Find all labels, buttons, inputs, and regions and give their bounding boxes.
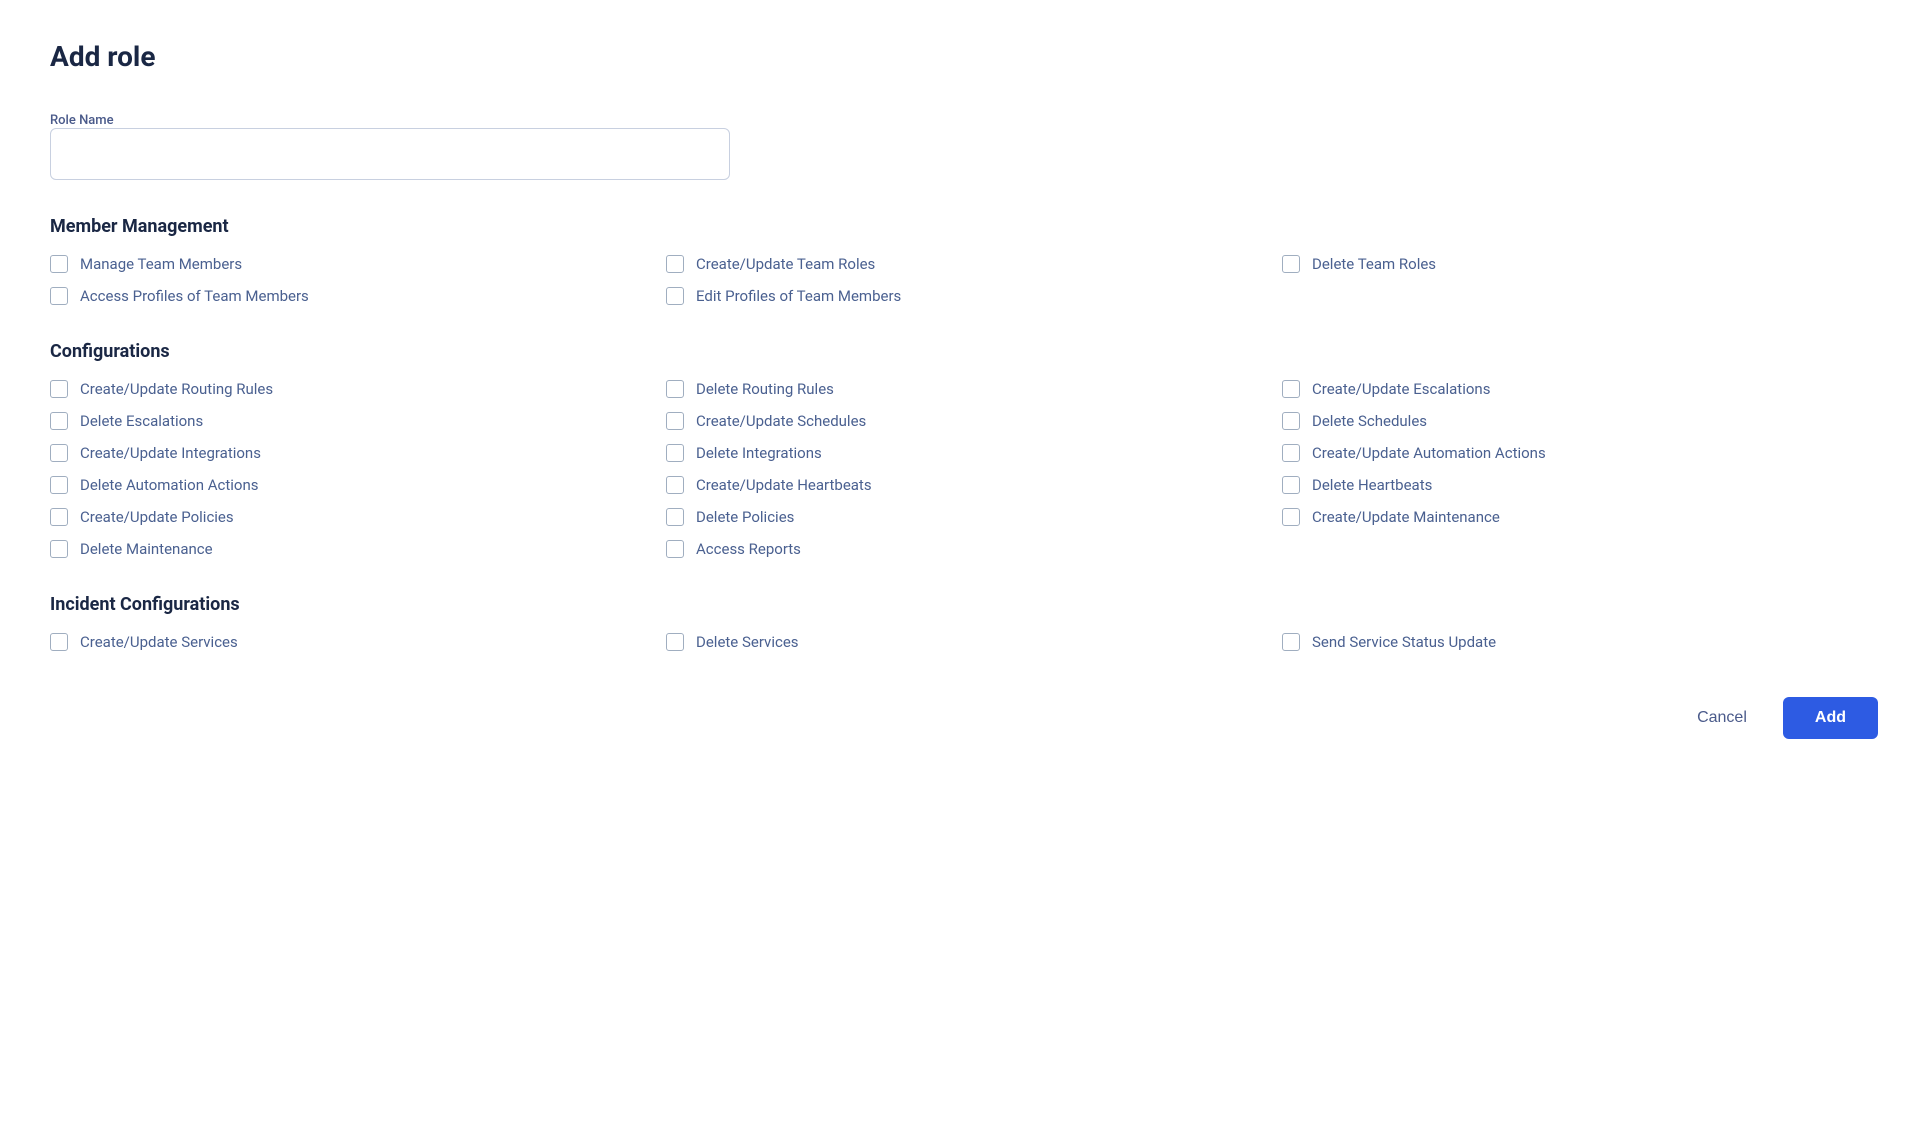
label-create-update-schedules[interactable]: Create/Update Schedules [696, 412, 866, 430]
checkbox-delete-policies[interactable] [666, 508, 684, 526]
permission-item-create-update-routing-rules: Create/Update Routing Rules [50, 380, 646, 398]
permissions-grid-member-management: Manage Team Members Create/Update Team Ro… [50, 255, 1878, 305]
permission-item-delete-schedules: Delete Schedules [1282, 412, 1878, 430]
permission-item-create-update-services: Create/Update Services [50, 633, 646, 651]
checkbox-delete-escalations[interactable] [50, 412, 68, 430]
label-create-update-team-roles[interactable]: Create/Update Team Roles [696, 255, 875, 273]
checkbox-create-update-routing-rules[interactable] [50, 380, 68, 398]
label-access-profiles-team-members[interactable]: Access Profiles of Team Members [80, 287, 309, 305]
checkbox-edit-profiles-team-members[interactable] [666, 287, 684, 305]
checkbox-access-reports[interactable] [666, 540, 684, 558]
permission-item-create-update-team-roles: Create/Update Team Roles [666, 255, 1262, 273]
permission-item-access-profiles-team-members: Access Profiles of Team Members [50, 287, 646, 305]
role-name-input[interactable] [50, 128, 730, 180]
section-title-configurations: Configurations [50, 341, 1878, 362]
label-delete-policies[interactable]: Delete Policies [696, 508, 794, 526]
label-create-update-maintenance[interactable]: Create/Update Maintenance [1312, 508, 1500, 526]
label-create-update-escalations[interactable]: Create/Update Escalations [1312, 380, 1490, 398]
checkbox-create-update-services[interactable] [50, 633, 68, 651]
permission-item-delete-escalations: Delete Escalations [50, 412, 646, 430]
checkbox-delete-routing-rules[interactable] [666, 380, 684, 398]
cancel-button[interactable]: Cancel [1677, 699, 1767, 737]
label-delete-integrations[interactable]: Delete Integrations [696, 444, 822, 462]
label-delete-maintenance[interactable]: Delete Maintenance [80, 540, 213, 558]
permission-item-delete-automation-actions: Delete Automation Actions [50, 476, 646, 494]
section-configurations: Configurations Create/Update Routing Rule… [50, 341, 1878, 558]
checkbox-manage-team-members[interactable] [50, 255, 68, 273]
label-create-update-integrations[interactable]: Create/Update Integrations [80, 444, 261, 462]
permission-item-create-update-escalations: Create/Update Escalations [1282, 380, 1878, 398]
permission-item-create-update-policies: Create/Update Policies [50, 508, 646, 526]
label-create-update-automation-actions[interactable]: Create/Update Automation Actions [1312, 444, 1546, 462]
permission-item-create-update-schedules: Create/Update Schedules [666, 412, 1262, 430]
label-delete-automation-actions[interactable]: Delete Automation Actions [80, 476, 258, 494]
label-manage-team-members[interactable]: Manage Team Members [80, 255, 242, 273]
permissions-grid-configurations: Create/Update Routing Rules Delete Routin… [50, 380, 1878, 558]
checkbox-create-update-schedules[interactable] [666, 412, 684, 430]
checkbox-create-update-automation-actions[interactable] [1282, 444, 1300, 462]
permission-item-create-update-heartbeats: Create/Update Heartbeats [666, 476, 1262, 494]
permissions-grid-incident-configurations: Create/Update Services Delete Services Sen… [50, 633, 1878, 651]
permission-item-delete-maintenance: Delete Maintenance [50, 540, 646, 558]
permissions-sections: Member Management Manage Team Members Crea… [50, 216, 1878, 651]
checkbox-send-service-status-update[interactable] [1282, 633, 1300, 651]
checkbox-delete-schedules[interactable] [1282, 412, 1300, 430]
checkbox-delete-services[interactable] [666, 633, 684, 651]
permission-item-send-service-status-update: Send Service Status Update [1282, 633, 1878, 651]
label-delete-team-roles[interactable]: Delete Team Roles [1312, 255, 1436, 273]
permission-item-create-update-maintenance: Create/Update Maintenance [1282, 508, 1878, 526]
label-send-service-status-update[interactable]: Send Service Status Update [1312, 633, 1496, 651]
checkbox-create-update-policies[interactable] [50, 508, 68, 526]
checkbox-create-update-team-roles[interactable] [666, 255, 684, 273]
section-member-management: Member Management Manage Team Members Crea… [50, 216, 1878, 305]
permission-item-access-reports: Access Reports [666, 540, 1262, 558]
label-delete-routing-rules[interactable]: Delete Routing Rules [696, 380, 834, 398]
checkbox-create-update-heartbeats[interactable] [666, 476, 684, 494]
label-delete-services[interactable]: Delete Services [696, 633, 799, 651]
permission-item-manage-team-members: Manage Team Members [50, 255, 646, 273]
section-incident-configurations: Incident Configurations Create/Update Ser… [50, 594, 1878, 651]
permission-item-create-update-integrations: Create/Update Integrations [50, 444, 646, 462]
checkbox-delete-integrations[interactable] [666, 444, 684, 462]
permission-item-create-update-automation-actions: Create/Update Automation Actions [1282, 444, 1878, 462]
footer-actions: Cancel Add [50, 687, 1878, 739]
permission-item-delete-policies: Delete Policies [666, 508, 1262, 526]
page-title: Add role [50, 40, 1878, 73]
label-access-reports[interactable]: Access Reports [696, 540, 801, 558]
label-create-update-heartbeats[interactable]: Create/Update Heartbeats [696, 476, 872, 494]
checkbox-delete-maintenance[interactable] [50, 540, 68, 558]
permission-item-delete-services: Delete Services [666, 633, 1262, 651]
checkbox-delete-heartbeats[interactable] [1282, 476, 1300, 494]
checkbox-delete-automation-actions[interactable] [50, 476, 68, 494]
permission-item-delete-routing-rules: Delete Routing Rules [666, 380, 1262, 398]
checkbox-create-update-escalations[interactable] [1282, 380, 1300, 398]
permission-item-delete-integrations: Delete Integrations [666, 444, 1262, 462]
label-edit-profiles-team-members[interactable]: Edit Profiles of Team Members [696, 287, 901, 305]
label-delete-escalations[interactable]: Delete Escalations [80, 412, 203, 430]
label-delete-schedules[interactable]: Delete Schedules [1312, 412, 1427, 430]
label-create-update-services[interactable]: Create/Update Services [80, 633, 238, 651]
permission-item-edit-profiles-team-members: Edit Profiles of Team Members [666, 287, 1262, 305]
label-delete-heartbeats[interactable]: Delete Heartbeats [1312, 476, 1432, 494]
section-title-member-management: Member Management [50, 216, 1878, 237]
section-title-incident-configurations: Incident Configurations [50, 594, 1878, 615]
add-button[interactable]: Add [1783, 697, 1878, 739]
label-create-update-policies[interactable]: Create/Update Policies [80, 508, 234, 526]
checkbox-access-profiles-team-members[interactable] [50, 287, 68, 305]
label-create-update-routing-rules[interactable]: Create/Update Routing Rules [80, 380, 273, 398]
permission-item-delete-heartbeats: Delete Heartbeats [1282, 476, 1878, 494]
checkbox-create-update-maintenance[interactable] [1282, 508, 1300, 526]
checkbox-delete-team-roles[interactable] [1282, 255, 1300, 273]
checkbox-create-update-integrations[interactable] [50, 444, 68, 462]
role-name-label: Role Name [50, 113, 114, 128]
permission-item-delete-team-roles: Delete Team Roles [1282, 255, 1878, 273]
